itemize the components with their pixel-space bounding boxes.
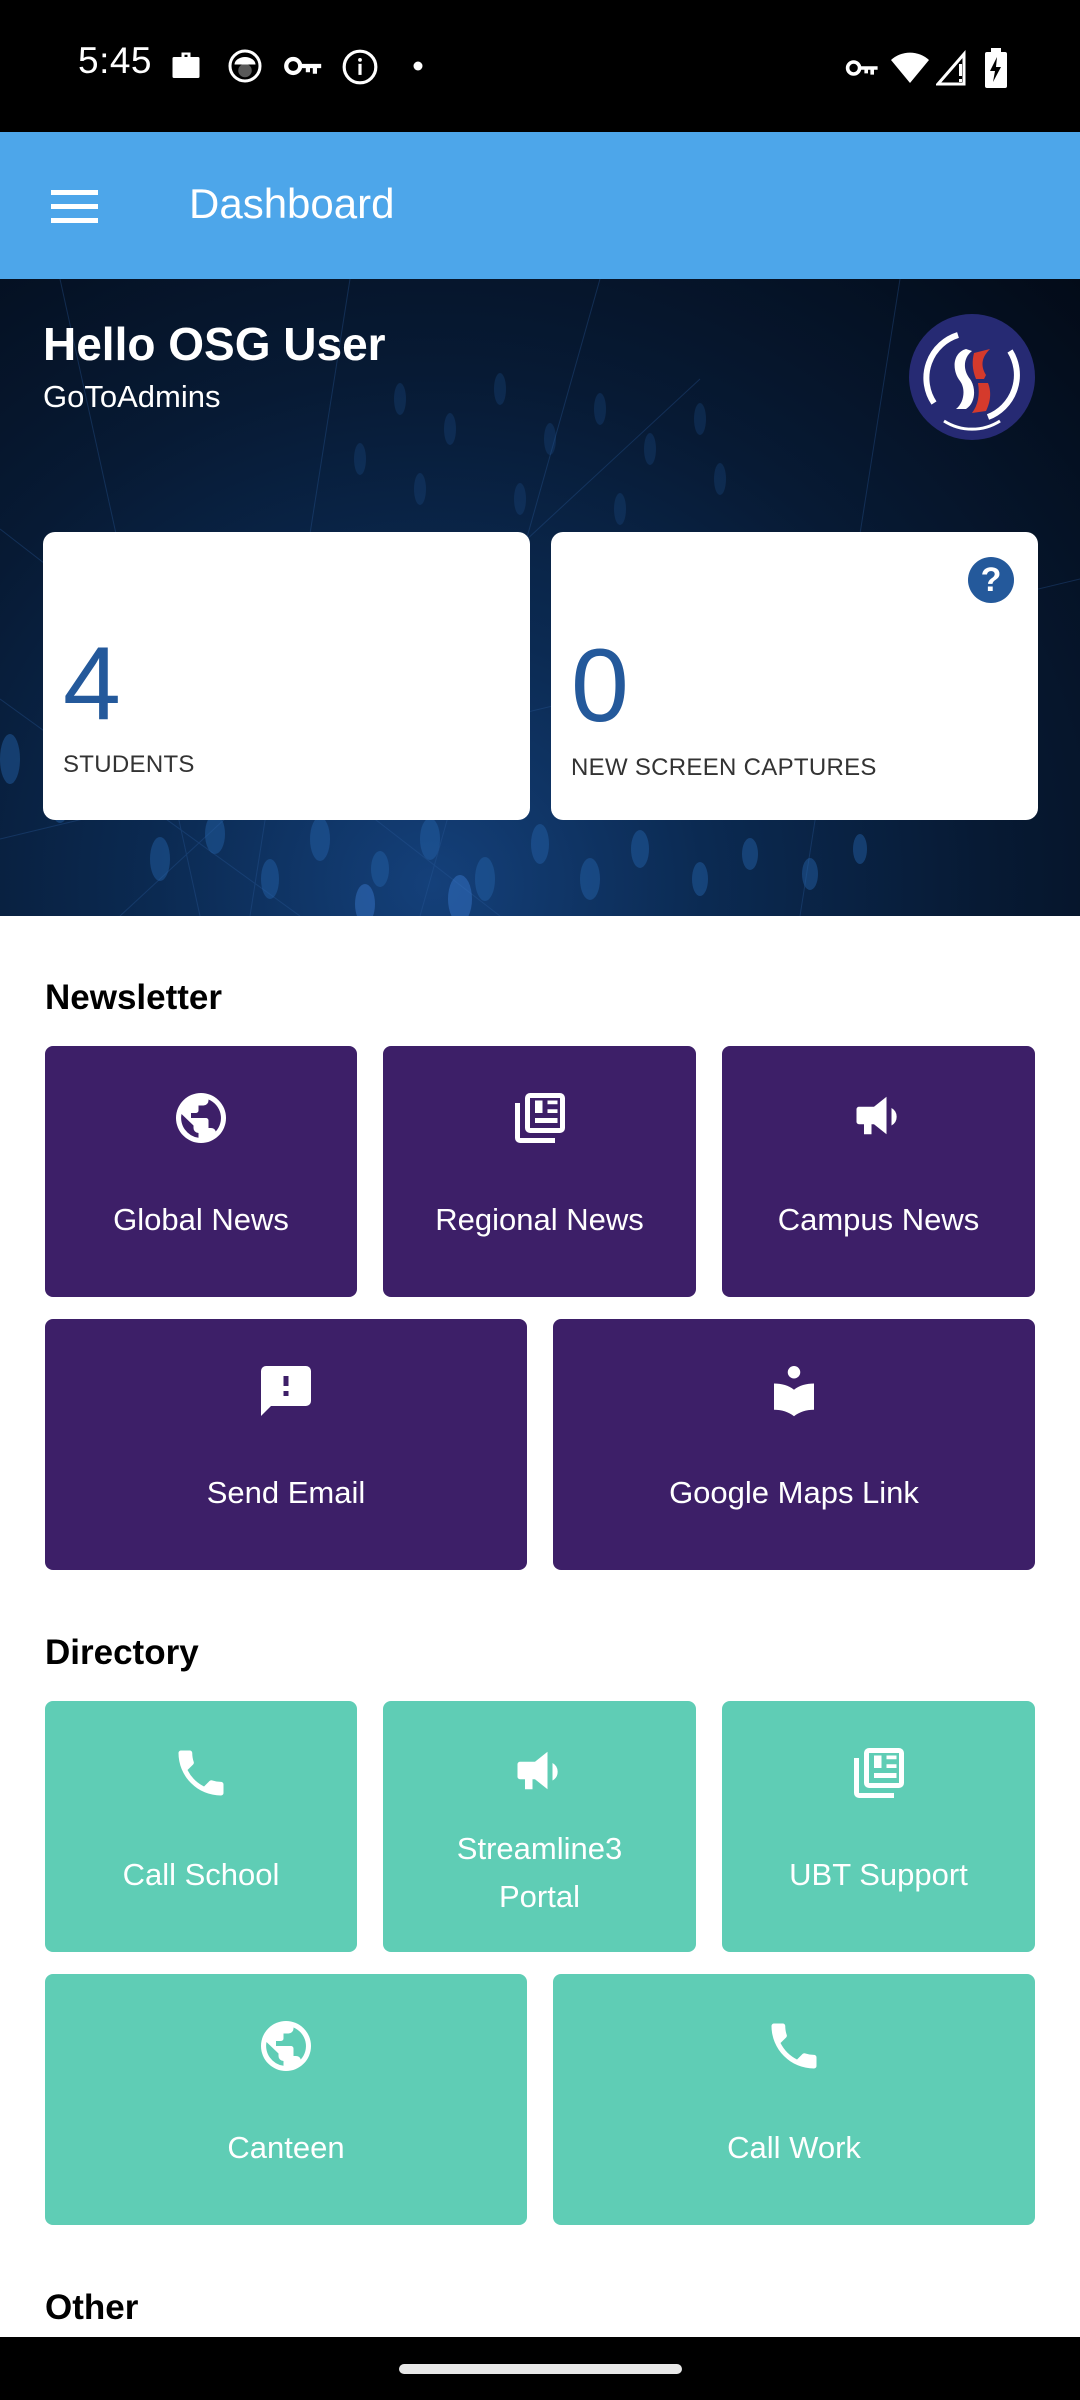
globe-icon — [261, 2021, 311, 2071]
stat-value: 0 — [571, 628, 629, 744]
phone-icon — [771, 2023, 817, 2069]
section-title-newsletter: Newsletter — [45, 978, 223, 1017]
wifi-icon — [891, 52, 929, 83]
tile-label: Campus News — [777, 1202, 980, 1237]
tile-ubt-support[interactable]: UBT Support — [722, 1701, 1035, 1952]
section-title-directory: Directory — [45, 1633, 199, 1672]
tile-google-maps-link[interactable]: Google Maps Link — [553, 1319, 1035, 1570]
globe-icon — [176, 1093, 226, 1143]
tile-regional-news[interactable]: Regional News — [383, 1046, 696, 1297]
battery-charging-icon — [985, 48, 1007, 88]
greeting-title: Hello OSG User — [43, 318, 386, 370]
tile-label: Google Maps Link — [669, 1475, 919, 1510]
stat-value: 4 — [63, 626, 121, 742]
cell-signal-alert-icon — [936, 50, 966, 86]
vpn-key-icon — [845, 60, 878, 76]
info-icon — [342, 49, 378, 85]
tile-label: Call Work — [727, 2130, 861, 2165]
stat-card-screen-captures[interactable]: ? 0 NEW SCREEN CAPTURES — [551, 532, 1038, 820]
stat-card-students[interactable]: 4 STUDENTS — [43, 532, 530, 820]
tile-label: Call School — [122, 1857, 280, 1892]
megaphone-icon — [856, 1096, 897, 1135]
tile-canteen[interactable]: Canteen — [45, 1974, 527, 2225]
tile-label-line: Portal — [499, 1879, 580, 1914]
vpn-key-icon — [284, 56, 322, 76]
tile-global-news[interactable]: Global News — [45, 1046, 357, 1297]
status-time: 5:45 — [78, 40, 153, 81]
notification-dot-icon — [413, 61, 423, 71]
android-icon — [228, 49, 262, 83]
school-logo — [909, 314, 1035, 440]
hero-banner: Hello OSG User GoToAdmins 4 STUDENTS ? 0… — [0, 279, 1080, 916]
section-title-other: Other — [45, 2288, 139, 2327]
tile-label: Canteen — [227, 2130, 345, 2165]
home-gesture-handle[interactable] — [399, 2364, 682, 2374]
phone-icon — [178, 1750, 224, 1796]
organization-name: GoToAdmins — [43, 379, 221, 414]
megaphone-icon — [517, 1751, 558, 1790]
tile-label: UBT Support — [789, 1857, 968, 1892]
tile-label: Global News — [113, 1202, 289, 1237]
hamburger-menu-icon[interactable] — [36, 178, 112, 234]
tile-label: Streamline3 Portal — [383, 1825, 696, 1921]
tile-campus-news[interactable]: Campus News — [722, 1046, 1035, 1297]
app-bar: Dashboard — [0, 132, 1080, 279]
tile-label: Send Email — [206, 1475, 366, 1510]
tile-call-school[interactable]: Call School — [45, 1701, 357, 1952]
newspaper-icon — [514, 1093, 565, 1143]
tile-label-line: Streamline3 — [456, 1831, 623, 1866]
tile-call-work[interactable]: Call Work — [553, 1974, 1035, 2225]
tile-label: Regional News — [435, 1202, 644, 1237]
feedback-icon — [261, 1366, 311, 1416]
reader-book-icon — [774, 1366, 814, 1417]
tile-send-email[interactable]: Send Email — [45, 1319, 527, 1570]
page-title: Dashboard — [189, 180, 395, 227]
stat-label: STUDENTS — [63, 751, 195, 778]
newspaper-icon — [853, 1748, 904, 1798]
system-navigation-bar — [0, 2337, 1080, 2400]
status-bar: 5:45 — [0, 0, 1080, 132]
tile-streamline3-portal[interactable]: Streamline3 Portal — [383, 1701, 696, 1952]
stat-label: NEW SCREEN CAPTURES — [571, 754, 877, 781]
work-profile-icon — [172, 52, 200, 78]
help-circle-icon[interactable]: ? — [968, 557, 1014, 603]
